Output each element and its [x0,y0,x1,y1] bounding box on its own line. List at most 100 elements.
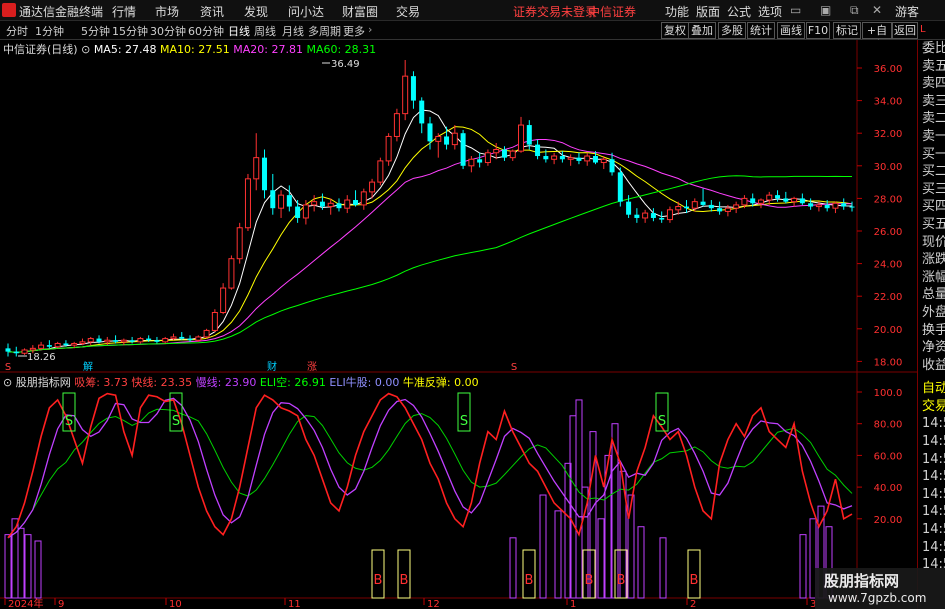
candle-body-3 [29,347,36,351]
indicator-legend: ⊙ 股朋指标网 吸筹: 3.73 快线: 23.35 慢线: 23.90 ELI… [3,374,479,390]
candle-body-37 [311,201,318,206]
earnings-marker: 财 [267,360,277,373]
candle-body-86 [717,208,723,212]
legend-toggle-icon[interactable]: ⊙ [81,43,90,56]
tick-label-9: 14:56 [922,539,945,555]
watermark-title: 股朋指标网 [824,572,900,590]
candle-body-57 [477,159,483,163]
date-label-2: 10 [169,599,182,609]
candle-body-79 [659,217,665,220]
candle-body-87 [724,207,731,212]
legend-rebound: 牛准反弹: 0.00 [402,376,479,389]
kline-chart[interactable]: 36.00 34.00 32.00 30.00 28.00 26.00 24.00 22.00… [0,0,945,609]
candle-body-27 [228,258,235,289]
candle-body-60 [501,149,507,158]
candle-body-45 [377,160,384,183]
legend-ma60: MA60: 28.31 [306,43,377,56]
candle-body-98 [815,204,822,208]
candle-body-89 [741,197,748,206]
candle-body-28 [236,227,243,260]
panel-collapse-label[interactable]: L [920,24,926,35]
candle-body-12 [104,339,111,343]
tick-label-1: 交易 [922,398,945,414]
candle-body-84 [700,201,706,205]
candle-body-11 [96,338,102,342]
candle-body-18 [154,340,160,342]
price-label-8: 20.00 [874,325,903,336]
stock-name[interactable]: 中信证券(日线) [3,43,78,56]
price-label-5: 26.00 [874,227,903,238]
ind-label-2: 60.00 [874,451,903,462]
candle-body-102 [849,206,855,208]
ind-label-1: 80.00 [874,420,903,431]
quote-label-2: 卖四 [922,76,945,92]
candle-body-47 [393,113,400,137]
candle-body-85 [708,204,714,209]
quote-label-4: 卖二 [922,111,945,127]
ind-label-3: 40.00 [874,483,903,494]
candle-body-67 [559,156,565,160]
quote-label-12: 涨跌 [922,252,945,268]
quote-label-11: 现价 [922,234,945,250]
candle-body-44 [369,181,376,193]
candle-body-51 [427,123,433,142]
candle-body-68 [567,157,574,160]
s-marker-left: S [5,362,11,373]
candle-body-66 [551,155,558,160]
candle-body-94 [783,198,789,202]
price-label-1: 34.00 [874,97,903,108]
candle-body-70 [584,155,591,162]
candle-body-59 [493,149,500,154]
candle-body-88 [733,204,740,209]
candle-body-6 [54,342,61,348]
candle-body-20 [170,336,177,340]
candle-body-75 [626,201,632,215]
quote-label-6: 买一 [922,146,945,162]
candle-body-39 [327,202,334,208]
candle-body-62 [518,124,525,152]
quote-label-1: 卖五 [922,58,945,74]
candle-body-23 [195,336,202,341]
quote-label-5: 卖一 [922,128,945,144]
candle-body-15 [129,340,135,342]
candle-body-71 [592,156,598,163]
quote-label-18: 收益 [922,357,945,373]
candle-body-99 [824,204,830,209]
candle-body-7 [63,343,69,346]
watermark-url: www.7gpzb.com [828,591,927,605]
date-label-5: 1 [570,599,576,609]
candle-body-93 [775,195,781,199]
date-label-6: 2 [690,599,696,609]
candle-body-43 [360,191,367,206]
candle-body-46 [385,135,392,162]
candle-body-4 [38,344,45,349]
candle-body-56 [468,158,475,167]
quote-label-8: 买三 [922,181,945,197]
candle-body-41 [344,199,351,209]
candle-body-10 [87,338,94,343]
quote-label-9: 买四 [922,199,945,215]
candle-body-5 [46,345,52,347]
candle-body-101 [841,203,847,207]
price-label-0: 36.00 [874,64,903,75]
price-label-7: 22.00 [874,292,903,303]
candle-body-55 [460,133,466,166]
candle-body-80 [666,209,673,221]
s-marker-mid: S [511,362,517,373]
candle-body-19 [162,338,169,343]
candle-body-17 [146,338,152,341]
quote-label-13: 涨幅 [922,269,945,285]
indicator-name[interactable]: 股朋指标网 [16,376,71,389]
candle-body-13 [113,340,119,342]
candle-body-9 [79,341,86,344]
quote-label-15: 外盘 [922,304,945,320]
date-label-0: 2024年 [8,597,43,609]
indicator-toggle-icon[interactable]: ⊙ [3,376,12,389]
candle-body-72 [600,158,607,164]
legend-ma5: MA5: 27.48 [93,43,157,56]
candle-body-48 [402,75,409,115]
candle-body-38 [319,201,325,207]
candle-body-61 [509,150,516,159]
tick-label-0: 自动 [922,381,945,397]
sell-signal-label-1: S [172,414,180,429]
